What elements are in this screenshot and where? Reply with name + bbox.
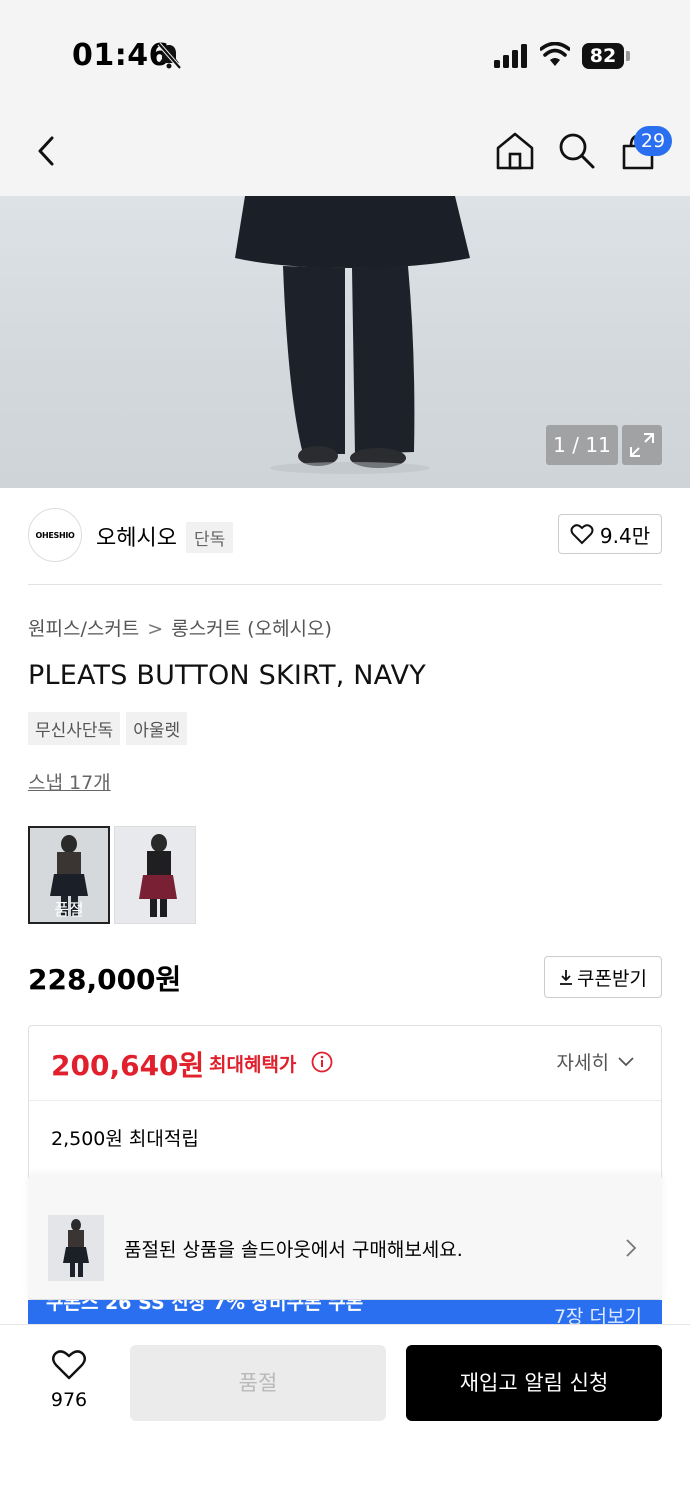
coupon-strip[interactable]: 쿠폰스 26 SS 신상 7% 상비쿠폰 쿠폰 7장 더보기 (28, 1300, 662, 1324)
thumb-photo (115, 827, 195, 923)
banner-thumbnail (48, 1215, 104, 1281)
max-benefit-price: 200,640원 (51, 1049, 205, 1082)
color-option-red[interactable] (114, 826, 196, 924)
coupon-button[interactable]: 쿠폰받기 (544, 956, 662, 998)
banner-text: 품절된 상품을 솔드아웃에서 구매해보세요. (124, 1239, 463, 1261)
brand-name[interactable]: 오헤시오 (96, 520, 177, 552)
breadcrumb-subcategory[interactable]: 롱스커트 (오헤시오) (171, 614, 332, 641)
restock-alert-button[interactable]: 재입고 알림 신청 (406, 1345, 662, 1421)
signal-icon (494, 44, 527, 68)
soldout-button[interactable]: 품절 (130, 1345, 386, 1421)
cart-count-badge: 29 (634, 126, 672, 156)
breadcrumb: 원피스/스커트 > 롱스커트 (오헤시오) (28, 614, 332, 641)
chevron-right-icon (626, 1239, 637, 1257)
image-counter: 1 / 11 (546, 425, 618, 465)
back-arrow-icon[interactable] (30, 132, 66, 170)
bottom-action-bar: 976 품절 재입고 알림 신청 (0, 1324, 690, 1500)
search-icon[interactable] (556, 130, 596, 170)
brand-like-button[interactable]: 9.4만 (558, 514, 662, 554)
brand-like-count: 9.4만 (599, 523, 651, 548)
heart-icon (52, 1350, 86, 1380)
breadcrumb-separator: > (147, 618, 164, 640)
status-bar: 01:46 82 (0, 0, 690, 100)
coupon-label: 쿠폰받기 (577, 967, 647, 990)
coupon-strip-more[interactable]: 7장 더보기 (554, 1302, 642, 1324)
coupon-strip-text: 쿠폰스 26 SS 신상 7% 상비쿠폰 쿠폰 (46, 1300, 364, 1314)
exclusive-tag: 단독 (186, 522, 234, 553)
expand-button[interactable] (622, 425, 662, 465)
max-points: 2,500원 최대적립 (51, 1128, 199, 1150)
benefit-divider (29, 1100, 661, 1101)
wifi-icon (540, 42, 570, 66)
banner-photo (48, 1215, 104, 1281)
wishlist-count: 976 (50, 1389, 88, 1411)
snap-link[interactable]: 스냅 17개 (28, 768, 111, 795)
battery-tip (626, 51, 630, 61)
top-nav-bar: 29 (0, 100, 690, 196)
detail-label: 자세히 (556, 1052, 609, 1074)
brand-row: OHESHIO 오헤시오 단독 9.4만 (28, 508, 662, 566)
info-icon[interactable] (311, 1051, 333, 1073)
detail-toggle[interactable]: 자세히 (557, 1048, 635, 1075)
tag-exclusive: 무신사단독 (28, 712, 121, 745)
soldout-banner[interactable]: 품절된 상품을 솔드아웃에서 구매해보세요. (28, 1175, 662, 1299)
tag-outlet: 아울렛 (126, 712, 188, 745)
breadcrumb-category[interactable]: 원피스/스커트 (28, 614, 139, 641)
bell-muted-icon (157, 42, 182, 70)
product-title: PLEATS BUTTON SKIRT, NAVY (28, 660, 426, 691)
original-price: 228,000원 (28, 963, 182, 996)
brand-logo[interactable]: OHESHIO (28, 508, 82, 562)
product-hero-image[interactable]: 1 / 11 (0, 196, 690, 488)
chevron-down-icon (618, 1056, 634, 1066)
max-benefit-label: 최대혜택가 (209, 1054, 297, 1076)
soldout-label: 품절 (54, 900, 84, 919)
download-icon (560, 970, 573, 985)
wishlist-button[interactable]: 976 (40, 1349, 98, 1411)
product-tags: 무신사단독 아울렛 (28, 712, 188, 745)
heart-icon (570, 524, 594, 545)
home-icon[interactable] (494, 130, 536, 172)
divider (28, 584, 662, 585)
battery-indicator: 82 (582, 43, 624, 69)
color-option-navy[interactable]: 품절 (28, 826, 110, 924)
expand-icon (630, 433, 654, 457)
